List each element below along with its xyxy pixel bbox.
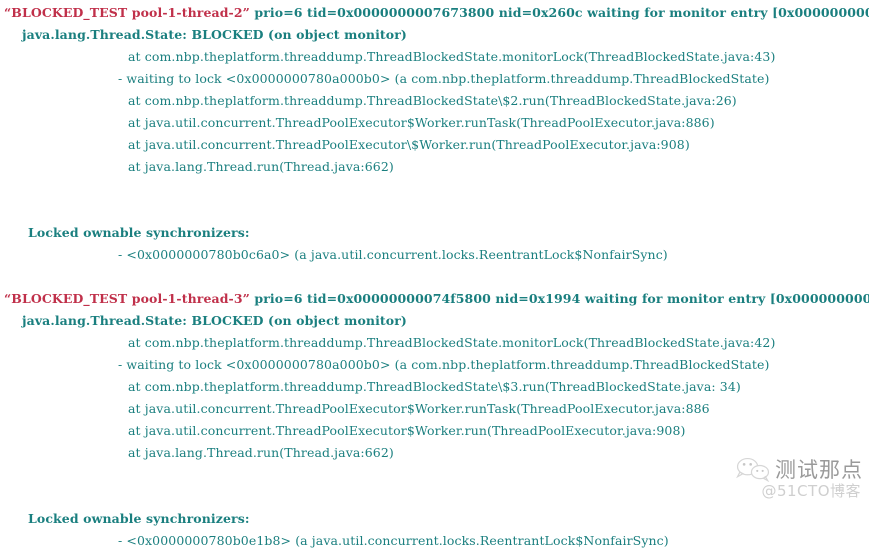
thread-state-line: java.lang.Thread.State: BLOCKED (on obje…: [22, 27, 407, 42]
synchronizer-line: - <0x0000000780b0e1b8> (a java.util.conc…: [118, 533, 669, 548]
stack-frame-line: at java.lang.Thread.run(Thread.java:662): [128, 445, 394, 460]
synchronizer-line: - <0x0000000780b0c6a0> (a java.util.conc…: [118, 247, 668, 262]
thread-name: “BLOCKED_TEST pool-1-thread-2”: [4, 5, 250, 20]
thread-dump-output: “BLOCKED_TEST pool-1-thread-2” prio=6 ti…: [0, 0, 869, 548]
thread-header-line: “BLOCKED_TEST pool-1-thread-2” prio=6 ti…: [0, 2, 869, 24]
stack-frame-line: at java.util.concurrent.ThreadPoolExecut…: [128, 115, 715, 130]
thread-header-details: prio=6 tid=0x0000000007673800 nid=0x260c…: [249, 5, 869, 20]
stack-frame-line: at com.nbp.theplatform.threaddump.Thread…: [128, 335, 776, 350]
stack-frame-line: at java.util.concurrent.ThreadPoolExecut…: [128, 137, 690, 152]
stack-frame-line: at java.util.concurrent.ThreadPoolExecut…: [128, 423, 686, 438]
locked-synchronizers-header: Locked ownable synchronizers:: [28, 511, 250, 526]
stack-frame-line: at java.util.concurrent.ThreadPoolExecut…: [128, 401, 710, 416]
stack-frame-line: at com.nbp.theplatform.threaddump.Thread…: [128, 379, 741, 394]
stack-frame-line: at com.nbp.theplatform.threaddump.Thread…: [128, 49, 776, 64]
lock-info-line: - waiting to lock <0x0000000780a000b0> (…: [118, 71, 770, 86]
stack-frame-line: at com.nbp.theplatform.threaddump.Thread…: [128, 93, 737, 108]
thread-header-details: prio=6 tid=0x00000000074f5800 nid=0x1994…: [249, 291, 869, 306]
thread-state-line: java.lang.Thread.State: BLOCKED (on obje…: [22, 313, 407, 328]
thread-name: “BLOCKED_TEST pool-1-thread-3”: [4, 291, 250, 306]
lock-info-line: - waiting to lock <0x0000000780a000b0> (…: [118, 357, 770, 372]
thread-header-line: “BLOCKED_TEST pool-1-thread-3” prio=6 ti…: [0, 288, 869, 310]
stack-frame-line: at java.lang.Thread.run(Thread.java:662): [128, 159, 394, 174]
locked-synchronizers-header: Locked ownable synchronizers:: [28, 225, 250, 240]
